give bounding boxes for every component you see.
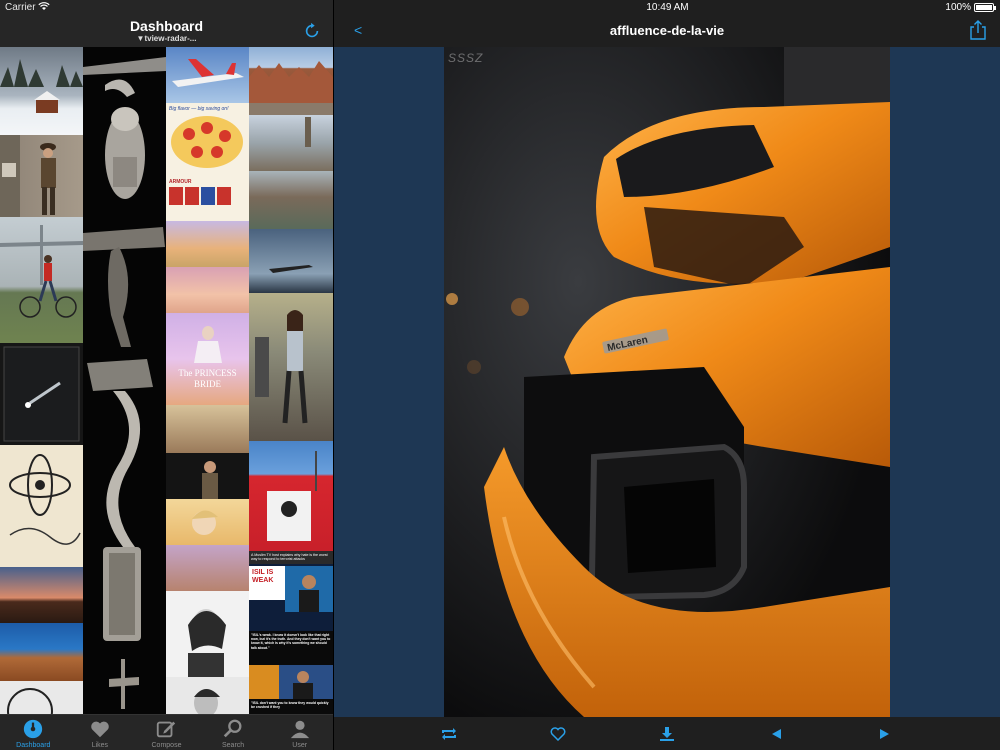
- dashboard-pane: Dashboard ▼tview-radar-... Big flavor — …: [0, 0, 333, 750]
- refresh-icon[interactable]: [303, 22, 321, 40]
- download-icon: [659, 726, 674, 741]
- photo-watermark: SSSZ: [448, 51, 484, 65]
- search-icon: [223, 719, 242, 738]
- blog-selector[interactable]: ▼tview-radar-...: [0, 34, 333, 43]
- triangle-right-icon: [880, 728, 890, 739]
- isil-quote-2: "ISIL don't want you to know they would …: [251, 701, 329, 710]
- tab-bar: Dashboard Likes Compose Search User: [0, 714, 333, 750]
- thumb-bw-man[interactable]: [166, 677, 249, 714]
- battery-percent: 100%: [945, 2, 971, 13]
- car-photo: McLaren: [444, 47, 890, 717]
- thumb-airplane[interactable]: [166, 47, 249, 103]
- thumb-blond-man[interactable]: [166, 499, 249, 545]
- reblog-icon: [441, 727, 456, 740]
- like-button[interactable]: [548, 724, 568, 744]
- user-icon: [290, 720, 309, 739]
- heart-outline-icon: [550, 726, 566, 741]
- thumb-princess-field[interactable]: [166, 221, 249, 267]
- thumb-forest-couple[interactable]: [166, 545, 249, 591]
- thumb-canal-houses[interactable]: [249, 171, 333, 229]
- thumb-bw-woman[interactable]: [166, 591, 249, 677]
- thumb-muslim-tv-host[interactable]: A Muslim TV host explains why hate is th…: [249, 551, 333, 631]
- tab-compose[interactable]: Compose: [133, 715, 200, 750]
- post-toolbar: [334, 717, 1000, 750]
- thumb-ship-sunset[interactable]: [166, 267, 249, 313]
- tab-user[interactable]: User: [266, 715, 333, 750]
- next-button[interactable]: [875, 724, 895, 744]
- post-title: affluence-de-la-vie: [609, 23, 725, 38]
- tab-likes[interactable]: Likes: [67, 715, 134, 750]
- thumb-comet[interactable]: [0, 343, 83, 445]
- thumb-town-square[interactable]: [249, 115, 333, 171]
- thumb-snow-cabin[interactable]: [0, 47, 83, 135]
- thumb-isil-quote[interactable]: "ISIL's weak. I know it doesn't look lik…: [249, 631, 333, 665]
- thumbnail-grid[interactable]: Big flavor — big saving on! ARMOUR The P…: [0, 47, 333, 714]
- previous-button[interactable]: [766, 724, 786, 744]
- thumb-wedding-hall[interactable]: [166, 405, 249, 453]
- thumb-plane-runway[interactable]: [249, 229, 333, 293]
- heart-icon: [91, 721, 109, 738]
- triangle-left-icon: [772, 728, 782, 739]
- thumb-atom-cartoon[interactable]: [0, 445, 83, 567]
- thumb-man-with-gun[interactable]: [0, 135, 83, 217]
- artifact-column[interactable]: [83, 47, 166, 714]
- reblog-button[interactable]: [439, 724, 459, 744]
- thumb-street-woman[interactable]: [249, 293, 333, 441]
- gauge-icon: [24, 719, 43, 739]
- compose-icon: [157, 721, 176, 738]
- thumb-sunset-field[interactable]: [0, 567, 83, 623]
- thumb-princess-bride-poster[interactable]: The PRINCESS BRIDE: [166, 313, 249, 405]
- dashboard-title: Dashboard: [129, 18, 204, 34]
- thumb-isil-quote-2[interactable]: "ISIL don't want you to know they would …: [249, 699, 333, 714]
- thumb-sword-man[interactable]: [166, 453, 249, 499]
- status-bar: Carrier 10:49 AM 100%: [0, 0, 1000, 16]
- thumb-tv-anchor[interactable]: [249, 665, 333, 699]
- thumb-bike-wheel[interactable]: [0, 681, 83, 714]
- thumb-cyclist[interactable]: [0, 217, 83, 343]
- clock: 10:49 AM: [646, 2, 689, 13]
- battery-icon: [974, 3, 996, 12]
- download-button[interactable]: [657, 724, 677, 744]
- thumb-brick-houses[interactable]: [249, 47, 333, 115]
- post-photo[interactable]: McLaren SSSZ: [444, 47, 890, 717]
- post-detail-pane: < affluence-de-la-vie McLaren SSSZ: [334, 0, 1000, 750]
- thumb-blue-stripes[interactable]: [0, 623, 83, 681]
- isil-weak-label: ISIL IS WEAK: [249, 565, 285, 600]
- thumb-vintage-food-ad[interactable]: Big flavor — big saving on! ARMOUR: [166, 103, 249, 221]
- tab-dashboard[interactable]: Dashboard: [0, 715, 67, 750]
- thumb-red-wall-art[interactable]: [249, 441, 333, 551]
- share-icon[interactable]: [970, 20, 986, 40]
- news-caption: A Muslim TV host explains why hate is th…: [249, 551, 333, 564]
- isil-quote-1: "ISIL's weak. I know it doesn't look lik…: [251, 633, 331, 650]
- princess-bride-title: The PRINCESS BRIDE: [178, 368, 237, 389]
- ad-brand: ARMOUR: [169, 179, 192, 185]
- tab-search[interactable]: Search: [200, 715, 267, 750]
